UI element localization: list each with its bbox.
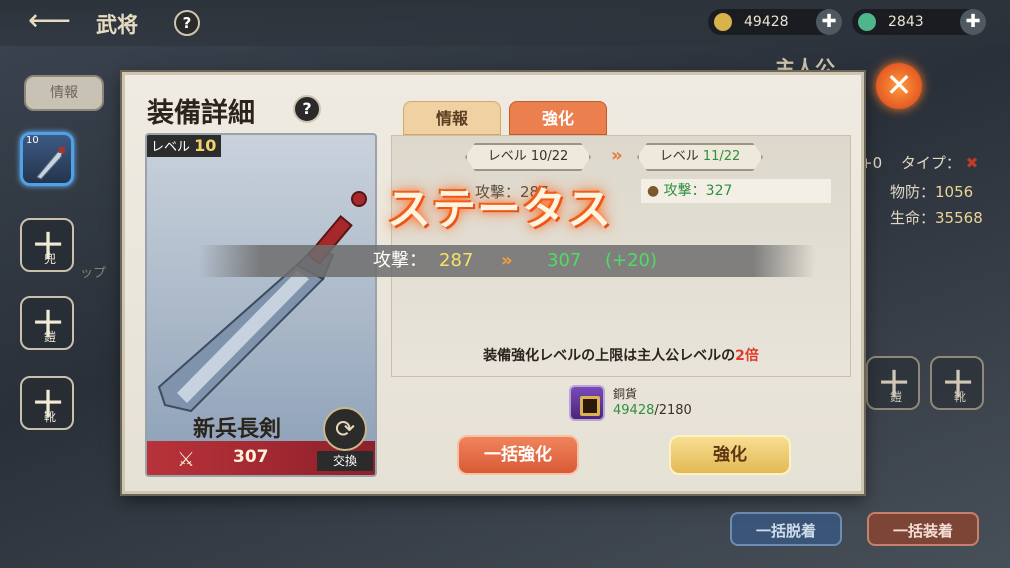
boots-slot-label: 靴 [44, 410, 57, 424]
hp-label: 生命： [890, 209, 936, 227]
attack-icon: ● [647, 183, 660, 199]
band-new-value: 307 [547, 250, 582, 271]
type-label: タイプ： [900, 154, 961, 172]
right-boots-slot[interactable]: 十 靴 [930, 356, 984, 410]
exchange-label: 交換 [317, 451, 373, 471]
type-row: +0 タイプ： ✖ [860, 152, 978, 173]
coin-amount: 49428 [744, 14, 789, 30]
stat-after-value: 327 [705, 183, 733, 199]
stat-after-key: 攻撃： [663, 183, 706, 199]
swap-icon: ⟳ [323, 407, 367, 451]
background-info-tab[interactable]: 情報 [24, 75, 104, 111]
status-up-banner: ステータス [387, 184, 612, 235]
close-icon[interactable]: ✕ [876, 63, 922, 109]
gem-amount: 2843 [888, 14, 924, 30]
tab-enhance[interactable]: 強化 [509, 101, 607, 135]
type-icon: ✖ [965, 154, 979, 172]
back-arrow-icon[interactable]: ⟵ [28, 6, 78, 38]
right-armor-slot[interactable]: 十 鎧 [866, 356, 920, 410]
exchange-button[interactable]: ⟳ 交換 [317, 407, 373, 473]
band-arrow-icon: » [501, 250, 513, 271]
add-coins-button[interactable]: ✚ [816, 9, 842, 35]
weapon-slot[interactable]: 10 [20, 132, 74, 186]
equipment-detail-panel: 装備詳細 ? レベル 10 新兵長剣 ⚔ 307 ⟳ 交換 情報 強化 レベル … [122, 72, 864, 494]
crossed-swords-icon: ⚔ [177, 447, 195, 471]
hp-value: 35568 [935, 209, 983, 227]
level-to-box: レベル 11/22 [637, 143, 763, 171]
hp-row: 生命：35568 [890, 207, 983, 228]
equip-all-button[interactable]: 一括装着 [867, 512, 979, 546]
item-name: 新兵長剣 [192, 417, 281, 442]
limit-note-text: 装備強化レベルの上限は主人公レベルの [483, 348, 736, 364]
stat-after: ● 攻撃：327 [641, 179, 831, 203]
defense-value: 1056 [935, 183, 974, 201]
jade-icon [858, 13, 876, 31]
helmet-slot[interactable]: 十 兜 [20, 218, 74, 272]
item-level-badge: レベル 10 [147, 135, 221, 157]
right-boots-label: 靴 [954, 390, 967, 404]
unequip-all-button[interactable]: 一括脱着 [730, 512, 842, 546]
help-button[interactable]: ? [174, 10, 200, 36]
level-to-value: 11/22 [702, 149, 741, 164]
helmet-slot-label: 兜 [44, 252, 57, 266]
panel-title: 装備詳細 [147, 98, 255, 129]
bulk-enhance-button[interactable]: 一括強化 [457, 435, 579, 475]
band-diff-value: (+20) [605, 250, 658, 271]
band-label: 攻撃： [373, 250, 427, 271]
level-from-box: レベル 10/22 [465, 143, 591, 171]
sword-icon [36, 147, 65, 180]
page-title: 武将 [96, 13, 138, 37]
level-arrow-icon: » [611, 145, 623, 166]
band-old-value: 287 [439, 250, 474, 271]
add-gems-button[interactable]: ✚ [960, 9, 986, 35]
copper-coin-icon [569, 385, 605, 421]
defense-row: 物防：1056 [890, 181, 973, 202]
stat-change-band: 攻撃： 287 » 307 (+20) [199, 245, 815, 277]
coin-icon [714, 13, 732, 31]
tab-info[interactable]: 情報 [403, 101, 501, 135]
item-card: レベル 10 新兵長剣 ⚔ 307 ⟳ 交換 [145, 133, 377, 477]
limit-note: 装備強化レベルの上限は主人公レベルの2倍 [391, 345, 851, 365]
sword-image [157, 191, 367, 413]
right-armor-label: 鎧 [890, 390, 903, 404]
level-from-label: レベル [487, 149, 527, 164]
panel-help-button[interactable]: ? [293, 95, 321, 123]
gem-currency: 2843 ✚ [852, 9, 986, 35]
level-from-value: 10/22 [530, 149, 569, 164]
coin-currency: 49428 ✚ [708, 9, 842, 35]
armor-slot-label: 鎧 [44, 330, 57, 344]
boots-slot[interactable]: 十 靴 [20, 376, 74, 430]
item-level-value: 10 [194, 136, 217, 155]
cost-name: 銅貨 [613, 387, 638, 401]
armor-slot[interactable]: 十 鎧 [20, 296, 74, 350]
defense-label: 物防： [890, 183, 936, 201]
cost-need: /2180 [654, 403, 692, 418]
level-to-label: レベル [659, 149, 699, 164]
cost-amount: 49428/2180 [613, 403, 692, 418]
enhance-button[interactable]: 強化 [669, 435, 791, 475]
limit-note-highlight: 2倍 [735, 348, 759, 364]
item-power-value: 307 [233, 447, 269, 467]
side-partial-text: ップ [80, 266, 107, 281]
top-bar: ⟵ 武将 ? 49428 ✚ 2843 ✚ [0, 0, 1010, 46]
item-level-label: レベル [151, 140, 191, 155]
cost-have: 49428 [613, 403, 655, 418]
